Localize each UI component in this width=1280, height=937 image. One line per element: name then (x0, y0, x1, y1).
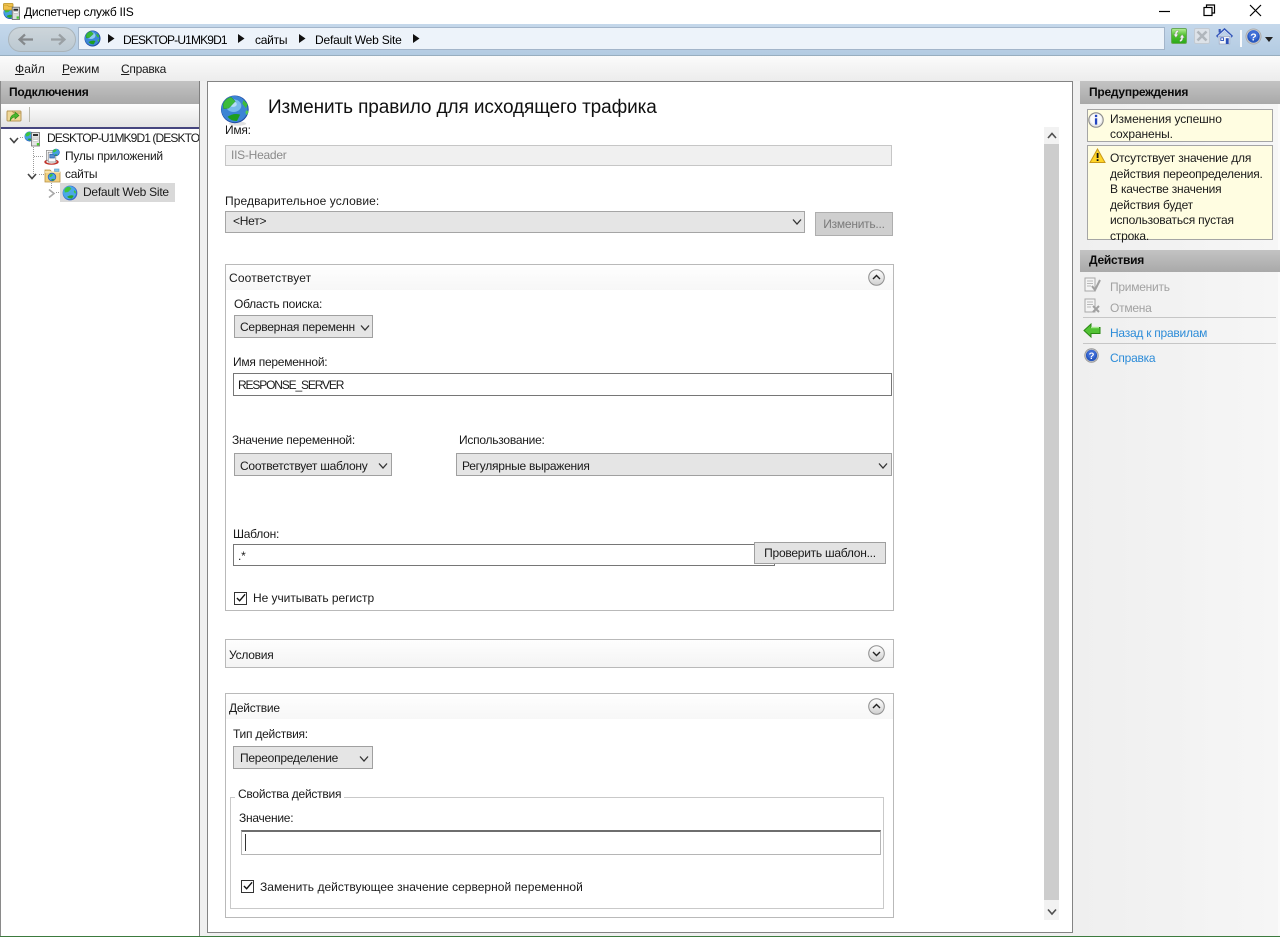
svg-text:?: ? (1089, 351, 1095, 362)
svg-text:?: ? (1250, 32, 1256, 44)
